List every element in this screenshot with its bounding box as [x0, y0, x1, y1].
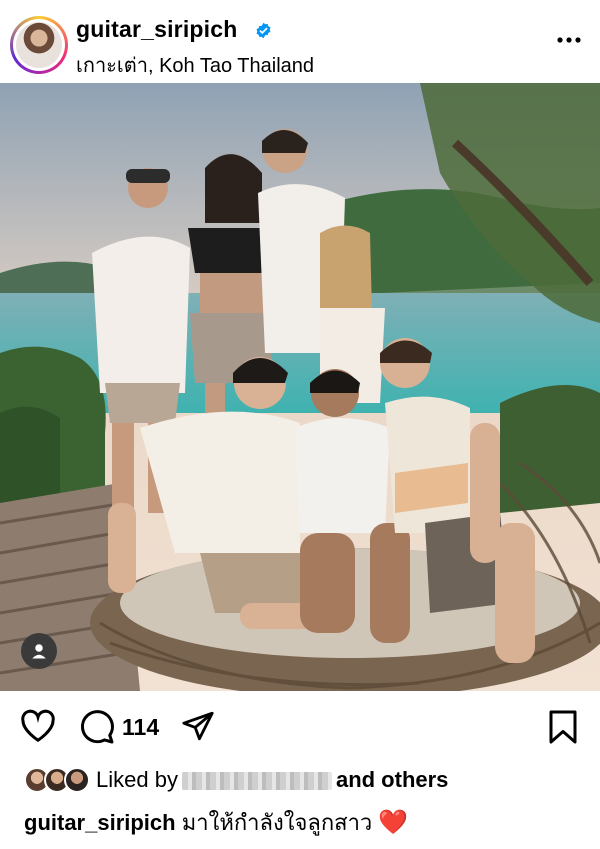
- post-photo[interactable]: [0, 83, 600, 691]
- share-icon[interactable]: [180, 709, 216, 743]
- user-tag-icon[interactable]: [21, 633, 57, 669]
- verified-badge-icon: [256, 22, 271, 39]
- post-caption: guitar_siripich มาให้กำลังใจลูกสาว ❤️: [24, 805, 584, 840]
- comment-count: 114: [122, 714, 160, 740]
- post-actions: 114: [0, 705, 600, 747]
- caption-text: มาให้กำลังใจลูกสาว: [181, 810, 373, 835]
- liker-avatar: [64, 767, 90, 793]
- liked-by-text: Liked by and others: [96, 767, 449, 792]
- caption-username[interactable]: guitar_siripich: [24, 810, 176, 835]
- blurred-username: [181, 772, 332, 791]
- post-header: guitar_siripich เกาะเต่า, Koh Tao Thaila…: [0, 0, 600, 83]
- red-heart-emoji: ❤️: [378, 809, 409, 836]
- heart-icon[interactable]: [20, 709, 56, 743]
- post-location[interactable]: เกาะเต่า, Koh Tao Thailand: [76, 49, 314, 81]
- comment-icon[interactable]: [79, 709, 115, 745]
- bookmark-icon[interactable]: [547, 709, 579, 745]
- liked-by-row[interactable]: Liked by and others: [24, 765, 584, 795]
- more-options-icon[interactable]: [556, 36, 582, 44]
- post-username[interactable]: guitar_siripich: [76, 16, 237, 43]
- profile-avatar[interactable]: [10, 16, 68, 74]
